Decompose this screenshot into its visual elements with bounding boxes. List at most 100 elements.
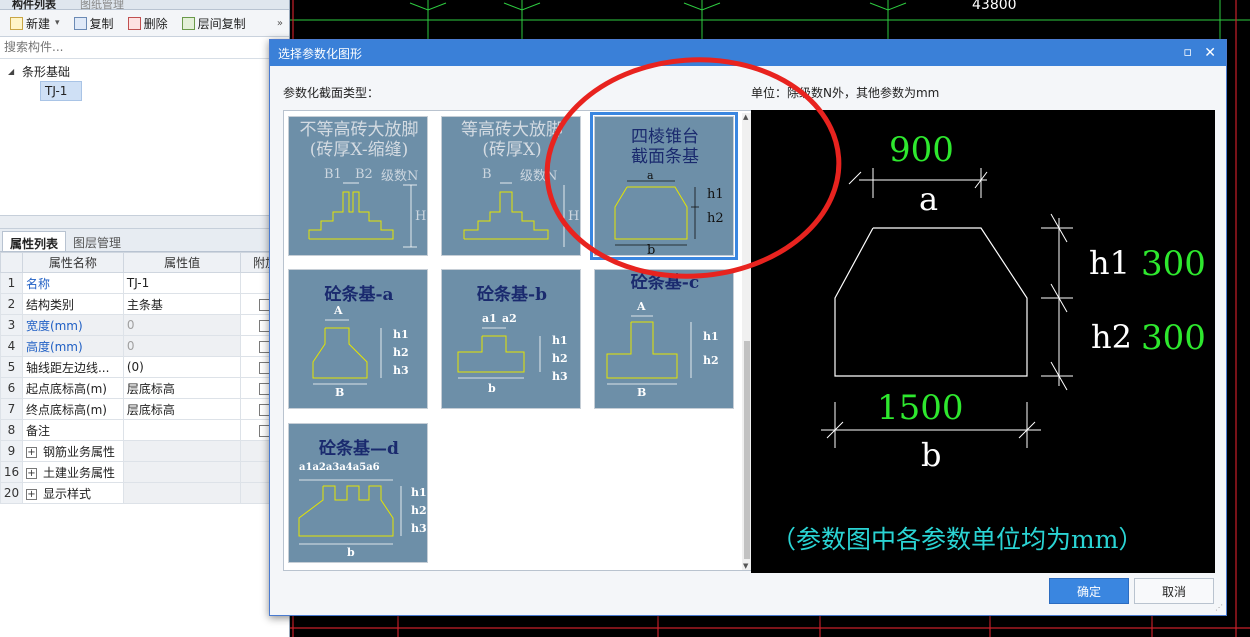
- parametric-shape-dialog: 选择参数化图形 ▫ ✕ 参数化截面类型： 单位：除级数N外，其他参数为mm 不等…: [269, 39, 1227, 616]
- property-value[interactable]: 层底标高: [122, 398, 242, 420]
- shape-thumb-concrete-c[interactable]: 砼条基-c A h1 h2 B: [594, 269, 734, 409]
- thumb-label-h1: h1: [707, 187, 724, 202]
- thumb-title-line2: (砖厚X): [482, 140, 542, 160]
- header-property-name: 属性名称: [21, 252, 124, 273]
- row-number: 1: [0, 272, 23, 294]
- search-input[interactable]: [4, 40, 285, 54]
- expand-icon[interactable]: +: [25, 467, 37, 479]
- resize-grip-icon[interactable]: ⋰: [1215, 603, 1223, 612]
- shape-gallery: 不等高砖大放脚 (砖厚X-缩缝) B1 B2 级数N H 等高砖大放脚 (砖厚X) …: [283, 110, 754, 571]
- component-toolbar: 新建 ▾ 复制 删除 层间复制 »: [0, 10, 289, 37]
- table-row[interactable]: 20 + 显示样式: [0, 482, 290, 504]
- shape-thumb-concrete-d[interactable]: 砼条基—d a1a2a3a4a5a6 h1 h2 h3 b: [288, 423, 428, 563]
- table-row[interactable]: 6 起点底标高(m) 层底标高: [0, 377, 290, 399]
- property-name: 起点底标高(m): [21, 377, 124, 399]
- table-row[interactable]: 3 宽度(mm) 0: [0, 314, 290, 336]
- table-row[interactable]: 16 + 土建业务属性: [0, 461, 290, 483]
- thumb-title: 等高砖大放脚 (砖厚X): [442, 120, 582, 160]
- component-search: [0, 37, 289, 59]
- tab-layer-management[interactable]: 图层管理: [66, 231, 128, 251]
- new-button[interactable]: 新建 ▾: [4, 12, 66, 34]
- shape-thumb-concrete-a[interactable]: 砼条基-a A h1 h2 h3 B: [288, 269, 428, 409]
- row-number: 3: [0, 314, 23, 336]
- scroll-down-icon[interactable]: ▼: [743, 562, 748, 570]
- table-row[interactable]: 9 + 钢筋业务属性: [0, 440, 290, 462]
- thumb-title-line2: (砖厚X-缩缝): [309, 140, 409, 160]
- thumb-label-h1: h1: [393, 328, 409, 341]
- new-icon: [10, 16, 23, 30]
- shape-thumb-pyramid-frustum[interactable]: 四棱锥台 截面条基 a h1 h2 b: [590, 112, 738, 260]
- thumb-label-n: 级数N: [381, 169, 419, 184]
- header-number: [0, 252, 23, 273]
- property-value[interactable]: 层底标高: [122, 377, 242, 399]
- shape-thumb-concrete-b[interactable]: 砼条基-b a1 a2 h1 h2 h3 b: [441, 269, 581, 409]
- scroll-up-icon[interactable]: ▲: [743, 113, 748, 121]
- dialog-title: 选择参数化图形: [278, 46, 363, 61]
- property-group-label: 钢筋业务属性: [42, 444, 115, 459]
- close-icon[interactable]: ✕: [1204, 45, 1216, 61]
- expand-icon[interactable]: +: [25, 446, 37, 458]
- property-value[interactable]: 0: [122, 314, 242, 336]
- preview-h2-label: h2: [1091, 318, 1132, 356]
- table-row[interactable]: 7 终点底标高(m) 层底标高: [0, 398, 290, 420]
- thumb-title: 不等高砖大放脚 (砖厚X-缩缝): [289, 120, 429, 160]
- preview-b-value: 1500: [877, 388, 964, 428]
- property-value[interactable]: (0): [122, 356, 242, 378]
- layer-copy-button[interactable]: 层间复制: [176, 12, 252, 34]
- toolbar-overflow-icon[interactable]: »: [277, 18, 289, 29]
- table-row[interactable]: 5 轴线距左边线... (0): [0, 356, 290, 378]
- tab-component-list[interactable]: 构件列表: [6, 0, 62, 11]
- header-property-value: 属性值: [122, 252, 242, 273]
- expand-icon[interactable]: +: [25, 488, 37, 500]
- cancel-button[interactable]: 取消: [1134, 578, 1214, 604]
- shape-thumb-unequal-brick[interactable]: 不等高砖大放脚 (砖厚X-缩缝) B1 B2 级数N H: [288, 116, 428, 256]
- scrollbar-thumb[interactable]: [744, 341, 750, 559]
- thumb-label-b2: B2: [355, 167, 373, 182]
- preview-h1-value: 300: [1141, 244, 1206, 284]
- thumb-label-h: H: [415, 209, 427, 224]
- thumb-label-h1: h1: [552, 334, 568, 347]
- row-number: 4: [0, 335, 23, 357]
- thumb-label-a: a: [647, 169, 654, 182]
- property-name: 名称: [21, 272, 124, 294]
- thumb-label-a2: a2: [502, 312, 517, 325]
- table-row[interactable]: 2 结构类别 主条基: [0, 293, 290, 315]
- delete-button[interactable]: 删除: [122, 12, 174, 34]
- table-row[interactable]: 4 高度(mm) 0: [0, 335, 290, 357]
- tree-item-strip-foundation[interactable]: ◢ 条形基础: [0, 61, 289, 81]
- collapse-icon[interactable]: ◢: [8, 67, 22, 76]
- property-name: 轴线距左边线...: [21, 356, 124, 378]
- layer-copy-icon: [181, 16, 195, 30]
- thumb-label-h2: h2: [393, 346, 409, 359]
- property-value[interactable]: 0: [122, 335, 242, 357]
- thumb-label-b1: B1: [324, 167, 342, 182]
- property-value[interactable]: 主条基: [122, 293, 242, 315]
- tab-property-list[interactable]: 属性列表: [2, 231, 67, 251]
- row-number: 7: [0, 398, 23, 420]
- maximize-icon[interactable]: ▫: [1183, 45, 1192, 60]
- ok-button[interactable]: 确定: [1049, 578, 1129, 604]
- property-group[interactable]: + 显示样式: [21, 482, 124, 504]
- dialog-titlebar[interactable]: 选择参数化图形 ▫ ✕: [270, 40, 1226, 66]
- thumb-label-h2: h2: [707, 211, 724, 226]
- shape-preview: 900 a h1 300 h2 300 1500 b （参数图中各参数单位均为m…: [751, 110, 1215, 573]
- thumb-label-a: A: [334, 304, 343, 317]
- table-row[interactable]: 1 名称 TJ-1: [0, 272, 290, 294]
- property-group[interactable]: + 钢筋业务属性: [21, 440, 124, 462]
- property-group[interactable]: + 土建业务属性: [21, 461, 124, 483]
- copy-button[interactable]: 复制: [68, 12, 120, 34]
- panel-splitter[interactable]: [0, 215, 289, 229]
- tree-item-tj1[interactable]: TJ-1: [40, 81, 82, 101]
- property-value[interactable]: [122, 419, 242, 441]
- thumb-label-a: A: [637, 300, 646, 313]
- property-value[interactable]: TJ-1: [122, 272, 242, 294]
- tab-drawing-management[interactable]: 图纸管理: [74, 0, 130, 11]
- chevron-down-icon[interactable]: ▾: [55, 18, 60, 28]
- table-row[interactable]: 8 备注: [0, 419, 290, 441]
- thumb-label-n: 级数N: [520, 169, 558, 184]
- preview-b-label: b: [921, 436, 942, 474]
- property-name: 备注: [21, 419, 124, 441]
- shape-thumb-equal-brick[interactable]: 等高砖大放脚 (砖厚X) B 级数N H: [441, 116, 581, 256]
- property-name: 终点底标高(m): [21, 398, 124, 420]
- thumb-title: 砼条基-b: [477, 285, 547, 305]
